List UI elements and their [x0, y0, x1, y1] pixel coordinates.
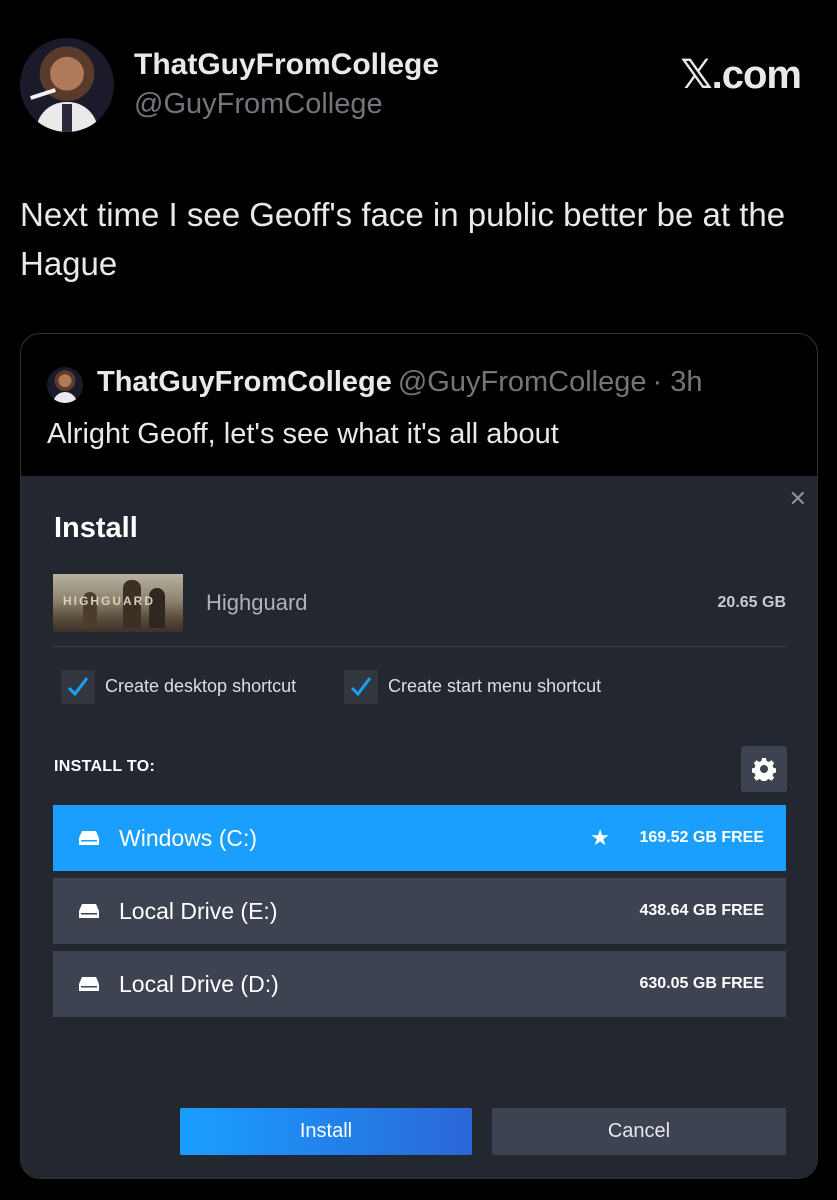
drive-option-e[interactable]: Local Drive (E:) 438.64 GB FREE	[53, 878, 786, 944]
checkmark-icon	[350, 677, 372, 697]
drive-name: Windows (C:)	[119, 825, 258, 851]
drive-option-d[interactable]: Local Drive (D:) 630.05 GB FREE	[53, 951, 786, 1017]
drive-icon	[79, 977, 99, 991]
drive-name: Local Drive (D:)	[119, 971, 279, 997]
game-size: 20.65 GB	[717, 594, 786, 611]
install-to-label: INSTALL TO:	[54, 758, 156, 775]
author-name[interactable]: ThatGuyFromCollege	[134, 48, 439, 82]
dialog-title: Install	[54, 512, 138, 544]
install-dialog: ✕ Install HIGHGUARD Highguard 20.65 GB C…	[21, 476, 817, 1178]
close-icon[interactable]: ✕	[789, 486, 807, 512]
quote-avatar-shirt	[53, 392, 77, 403]
quote-text: Alright Geoff, let's see what it's all a…	[47, 418, 559, 450]
game-name: Highguard	[206, 590, 308, 615]
quote-header: ThatGuyFromCollege @GuyFromCollege · 3h	[97, 366, 702, 399]
drive-free-space: 630.05 GB FREE	[639, 975, 765, 992]
quote-timestamp: · 3h	[652, 366, 703, 398]
quote-author-name: ThatGuyFromCollege	[97, 366, 392, 398]
author-avatar[interactable]	[20, 38, 114, 132]
thumbnail-title: HIGHGUARD	[63, 594, 155, 608]
drive-icon	[79, 831, 99, 845]
author-handle[interactable]: @GuyFromCollege	[134, 88, 383, 121]
star-icon: ★	[590, 825, 610, 850]
quote-author-avatar	[47, 367, 83, 403]
game-thumbnail: HIGHGUARD	[53, 574, 183, 632]
cancel-button[interactable]: Cancel	[492, 1108, 786, 1155]
start-menu-shortcut-checkbox[interactable]	[344, 670, 378, 704]
tweet-text: Next time I see Geoff's face in public b…	[20, 196, 786, 282]
drive-free-space: 169.52 GB FREE	[639, 829, 765, 846]
drive-icon	[79, 904, 99, 918]
drive-name: Local Drive (E:)	[119, 898, 278, 924]
checkmark-icon	[67, 677, 89, 697]
start-menu-shortcut-label: Create start menu shortcut	[388, 676, 602, 696]
x-logo: 𝕏.com	[680, 53, 802, 97]
quote-author-handle: @GuyFromCollege	[397, 366, 647, 398]
install-button[interactable]: Install	[180, 1108, 472, 1155]
drive-free-space: 438.64 GB FREE	[639, 902, 765, 919]
desktop-shortcut-label: Create desktop shortcut	[105, 676, 297, 696]
divider	[53, 646, 786, 647]
drive-option-c[interactable]: Windows (C:) ★ 169.52 GB FREE	[53, 805, 786, 871]
desktop-shortcut-checkbox[interactable]	[61, 670, 95, 704]
storage-settings-button[interactable]	[741, 746, 787, 792]
avatar-tie	[62, 104, 72, 132]
avatar-cigarette	[30, 88, 56, 100]
gear-icon	[752, 758, 776, 781]
quoted-tweet[interactable]: ThatGuyFromCollege @GuyFromCollege · 3h Al…	[20, 333, 818, 1179]
